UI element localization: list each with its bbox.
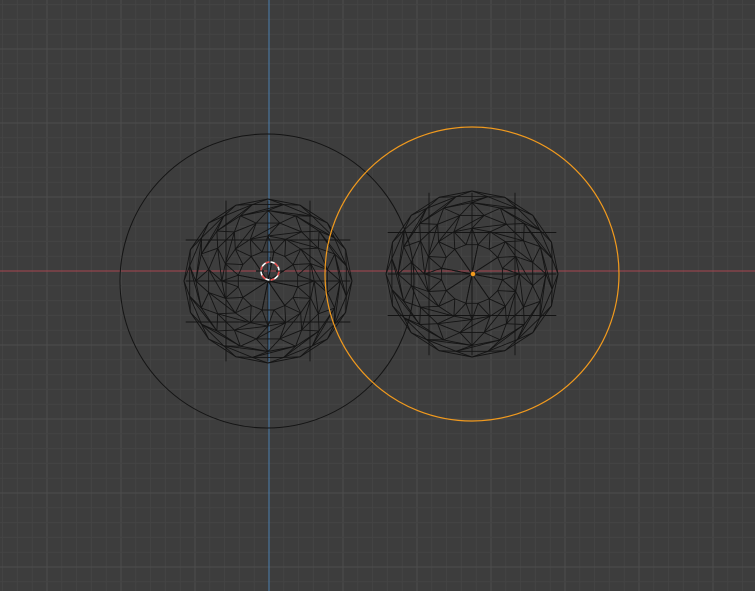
mesh-edge bbox=[293, 263, 311, 266]
mesh-edge bbox=[502, 273, 520, 281]
mesh-edge bbox=[426, 196, 440, 209]
mesh-edge bbox=[471, 228, 479, 245]
mesh-edge bbox=[532, 285, 541, 302]
mesh-edge bbox=[453, 298, 456, 317]
mesh-edge bbox=[453, 302, 467, 317]
mesh-edge bbox=[249, 309, 263, 324]
mesh-edge bbox=[223, 204, 237, 217]
mesh-edge bbox=[235, 356, 253, 358]
mesh-edge bbox=[255, 325, 269, 340]
object-origin-icon bbox=[470, 271, 476, 277]
mesh-edge bbox=[225, 263, 243, 266]
mesh-edge bbox=[225, 263, 239, 276]
mesh-edge bbox=[428, 290, 447, 292]
viewport-canvas[interactable] bbox=[0, 0, 755, 591]
mesh-edge bbox=[292, 248, 302, 265]
mesh-edge bbox=[439, 196, 457, 198]
mesh-edge bbox=[497, 290, 516, 292]
sphere-right-object[interactable] bbox=[324, 126, 620, 422]
3d-viewport[interactable] bbox=[0, 0, 755, 591]
mesh-edge bbox=[438, 290, 447, 307]
mesh-edge bbox=[190, 312, 202, 325]
mesh-edge bbox=[487, 350, 505, 352]
mesh-edge bbox=[439, 350, 457, 352]
mesh-edge bbox=[284, 305, 287, 323]
mesh-edge bbox=[235, 305, 252, 314]
mesh-edge bbox=[334, 237, 346, 250]
mesh-edge bbox=[420, 305, 439, 308]
mesh-edge bbox=[403, 285, 412, 302]
mesh-edge bbox=[489, 241, 506, 250]
mesh-edge bbox=[261, 309, 269, 327]
mesh-edge bbox=[471, 303, 479, 320]
mesh-edge bbox=[519, 273, 533, 287]
mesh-edge bbox=[477, 302, 491, 317]
mesh-edge bbox=[424, 273, 442, 281]
mesh-edge bbox=[477, 231, 491, 246]
mesh-edge bbox=[300, 247, 319, 250]
mesh-edge bbox=[249, 305, 252, 323]
mesh-edge bbox=[453, 231, 456, 250]
mesh-edge bbox=[293, 296, 311, 299]
mesh-edge bbox=[225, 286, 239, 299]
mesh-edge bbox=[279, 215, 296, 224]
mesh-edge bbox=[267, 222, 281, 237]
mesh-edge bbox=[391, 242, 393, 259]
mesh-edge bbox=[217, 312, 236, 315]
mesh-edge bbox=[283, 356, 301, 358]
sphere-left-wireframe-mesh[interactable] bbox=[183, 198, 353, 364]
mesh-edge bbox=[233, 231, 236, 250]
mesh-edge bbox=[488, 231, 491, 250]
mesh-edge bbox=[235, 248, 252, 257]
mesh-edge bbox=[487, 196, 505, 198]
mesh-edge bbox=[292, 297, 302, 314]
mesh-edge bbox=[465, 228, 473, 245]
sphere-left-object[interactable] bbox=[119, 133, 415, 429]
mesh-edge bbox=[465, 303, 473, 320]
mesh-edge bbox=[297, 286, 311, 299]
mesh-edge bbox=[261, 235, 269, 253]
mesh-edge bbox=[411, 332, 427, 341]
mesh-edge bbox=[453, 231, 467, 246]
mesh-edge bbox=[297, 263, 311, 276]
mesh-edge bbox=[297, 274, 315, 282]
mesh-edge bbox=[483, 332, 501, 341]
mesh-edge bbox=[312, 215, 328, 224]
grid-floor bbox=[0, 0, 755, 591]
mesh-edge bbox=[428, 256, 442, 269]
mesh-edge bbox=[551, 242, 553, 259]
mesh-edge bbox=[403, 215, 412, 231]
mesh-edge bbox=[497, 290, 506, 307]
mesh-edge bbox=[532, 246, 541, 263]
mesh-edge bbox=[235, 204, 253, 206]
mesh-edge bbox=[391, 289, 393, 306]
mesh-edge bbox=[489, 298, 506, 307]
mesh-edge bbox=[299, 345, 313, 358]
mesh-edge bbox=[497, 241, 506, 258]
world-axes bbox=[0, 0, 755, 591]
mesh-edge bbox=[283, 204, 301, 206]
mesh-edge bbox=[201, 222, 210, 238]
mesh-edge bbox=[488, 298, 491, 317]
mesh-edge bbox=[225, 296, 243, 299]
mesh-edge bbox=[438, 241, 447, 258]
mesh-edge bbox=[502, 256, 516, 269]
mesh-edge bbox=[551, 289, 553, 306]
